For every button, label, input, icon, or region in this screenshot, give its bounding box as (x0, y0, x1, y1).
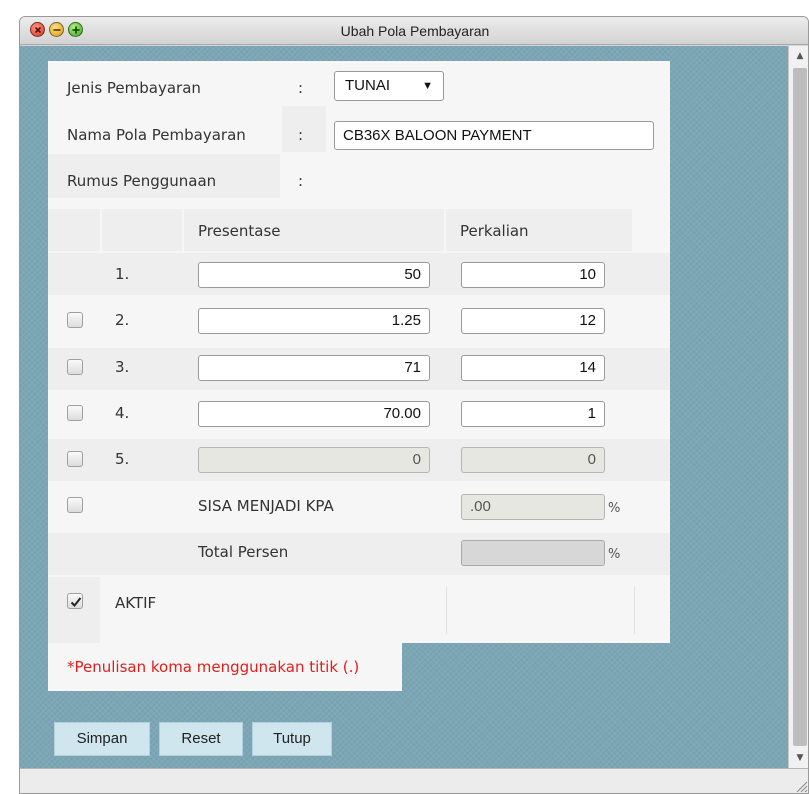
status-bar (20, 768, 808, 793)
nama-pola-label: Nama Pola Pembayaran (67, 126, 246, 144)
row-3-presentase-input[interactable]: 71 (198, 355, 430, 381)
colon-1: : (298, 79, 304, 97)
row-3-perkalian-input[interactable]: 14 (461, 355, 605, 381)
jenis-pembayaran-label: Jenis Pembayaran (67, 79, 201, 97)
window-title: Ubah Pola Pembayaran (340, 23, 490, 39)
colon-3: : (298, 172, 304, 190)
presentase-header: Presentase (198, 222, 281, 240)
row-4-perkalian-input[interactable]: 1 (461, 401, 605, 427)
resize-grip-icon[interactable] (794, 779, 808, 793)
row-1-number: 1. (115, 265, 130, 283)
aktif-label: AKTIF (115, 594, 157, 612)
vertical-scrollbar[interactable]: ▲ ▼ (788, 46, 808, 768)
header-cell-blank (48, 209, 100, 251)
sisa-value-input[interactable]: .00 (461, 494, 605, 520)
dialog-window: Ubah Pola Pembayaran Jenis Pembayaran : … (19, 16, 809, 794)
colon-cell (282, 106, 326, 152)
total-percent-sign: % (608, 547, 621, 562)
row-5-checkbox[interactable] (67, 451, 83, 467)
row-1-presentase-input[interactable]: 50 (198, 262, 430, 288)
row-4-number: 4. (115, 404, 130, 422)
cell-divider (446, 586, 447, 634)
sisa-checkbox[interactable] (67, 497, 83, 513)
dialog-content: Jenis Pembayaran : TUNAI ▼ Nama Pola Pem… (20, 46, 788, 768)
jenis-pembayaran-value: TUNAI (345, 77, 390, 94)
nama-pola-input[interactable]: CB36X BALOON PAYMENT (334, 121, 654, 150)
colon-2: : (298, 126, 304, 144)
row-5-perkalian-input[interactable]: 0 (461, 447, 605, 473)
sisa-menjadi-kpa-label: SISA MENJADI KPA (198, 497, 334, 515)
row-2-perkalian-input[interactable]: 12 (461, 308, 605, 334)
row-1-perkalian-input[interactable]: 10 (461, 262, 605, 288)
jenis-pembayaran-select[interactable]: TUNAI ▼ (334, 71, 444, 101)
aktif-checkbox[interactable] (67, 593, 83, 609)
cell-divider (634, 586, 635, 634)
row-4-checkbox[interactable] (67, 405, 83, 421)
total-persen-input[interactable] (461, 540, 605, 566)
row-4-presentase-input[interactable]: 70.00 (198, 401, 430, 427)
total-persen-label: Total Persen (198, 543, 289, 561)
row-2-checkbox[interactable] (67, 312, 83, 328)
check-icon (70, 597, 82, 607)
row-3-number: 3. (115, 358, 130, 376)
row-2-presentase-input[interactable]: 1.25 (198, 308, 430, 334)
simpan-button[interactable]: Simpan (54, 722, 150, 756)
reset-button[interactable]: Reset (159, 722, 243, 756)
rumus-penggunaan-label: Rumus Penggunaan (67, 172, 217, 190)
scroll-down-icon[interactable]: ▼ (793, 751, 807, 765)
comma-note: *Penulisan koma menggunakan titik (.) (67, 658, 360, 676)
sisa-percent-sign: % (608, 501, 621, 516)
title-bar[interactable]: Ubah Pola Pembayaran (20, 17, 808, 45)
scroll-thumb[interactable] (793, 68, 807, 746)
row-3-checkbox[interactable] (67, 359, 83, 375)
chevron-down-icon: ▼ (422, 80, 433, 92)
tutup-button[interactable]: Tutup (252, 722, 332, 756)
row-5-number: 5. (115, 450, 130, 468)
header-cell-num (102, 209, 182, 251)
aktif-cell-1 (48, 577, 100, 643)
row-5-presentase-input[interactable]: 0 (198, 447, 430, 473)
scroll-up-icon[interactable]: ▲ (793, 49, 807, 63)
row-2-number: 2. (115, 311, 130, 329)
perkalian-header: Perkalian (460, 222, 529, 240)
